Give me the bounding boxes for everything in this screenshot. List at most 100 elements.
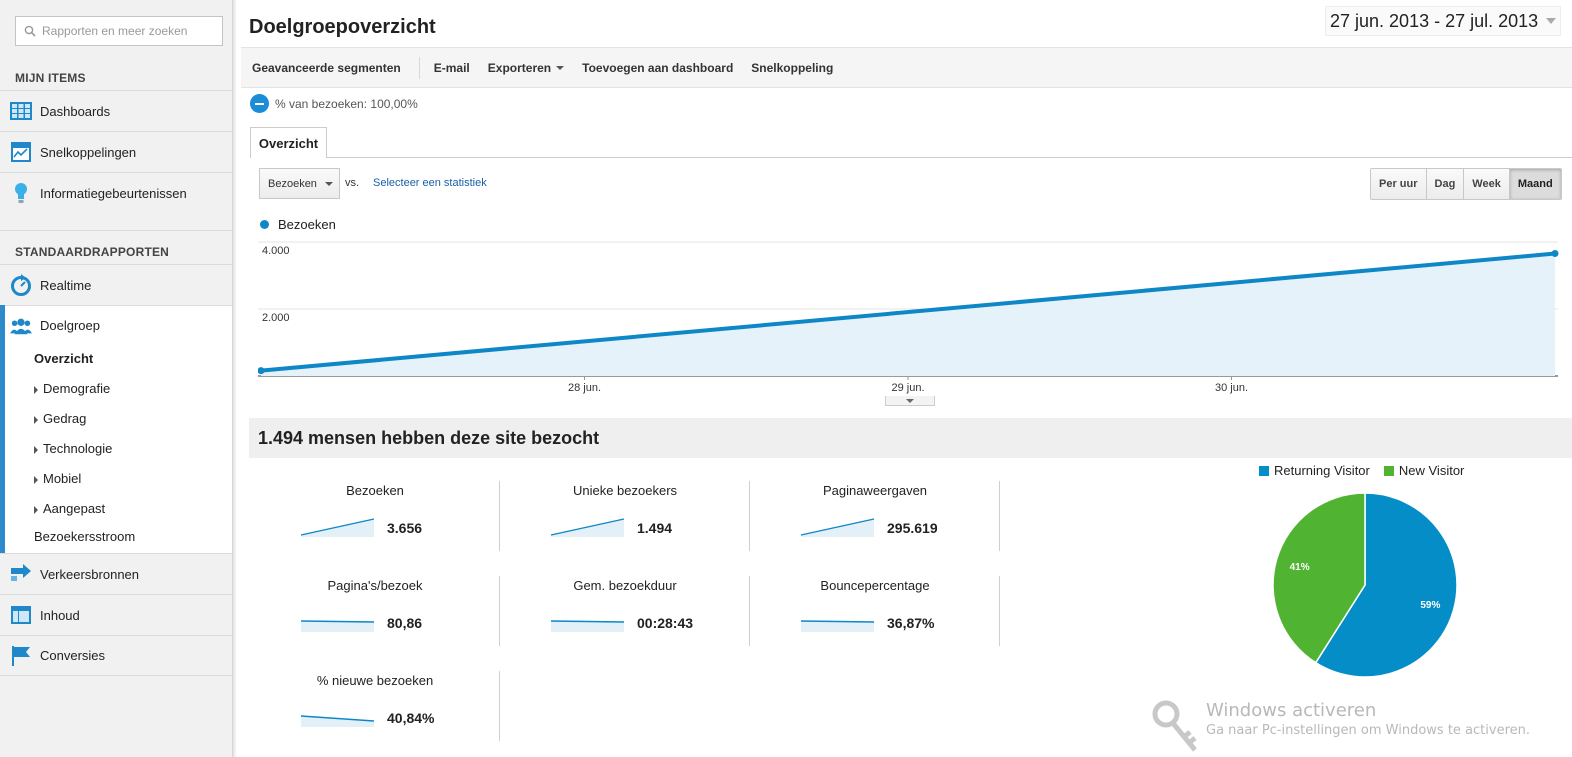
vs-label: vs. xyxy=(345,177,360,189)
sidebar-item-label: Realtime xyxy=(40,277,92,293)
period-toggle-group: Per uur Dag Week Maand xyxy=(1370,168,1562,200)
metric-dropdown[interactable]: Bezoeken xyxy=(259,168,340,199)
metric-card[interactable]: Pagina's/bezoek 80,86 xyxy=(250,578,500,673)
sidebar-item-content[interactable]: Inhoud xyxy=(0,594,232,635)
report-toolbar: Geavanceerde segmenten E-mail Exporteren… xyxy=(241,47,1572,88)
sidebar-sub-label: Mobiel xyxy=(43,471,82,486)
sidebar-shadow xyxy=(233,0,237,757)
sidebar-sub-behavior[interactable]: Gedrag xyxy=(34,411,86,426)
advanced-segments-button[interactable]: Geavanceerde segmenten xyxy=(252,61,401,75)
sidebar-item-label: Snelkoppelingen xyxy=(40,144,137,160)
sidebar-item-traffic[interactable]: Verkeersbronnen xyxy=(0,553,232,594)
date-range-picker[interactable]: 27 jun. 2013 - 27 jul. 2013 xyxy=(1325,6,1562,36)
metric-label: Paginaweergaven xyxy=(822,483,928,498)
metric-label: Bezoeken xyxy=(346,483,404,498)
expand-triangle-icon xyxy=(34,445,38,454)
sidebar-sub-mobile[interactable]: Mobiel xyxy=(34,471,81,486)
sidebar-item-dashboards[interactable]: Dashboards xyxy=(0,90,232,131)
dashboards-icon xyxy=(10,100,32,122)
select-statistic-link[interactable]: Selecteer een statistiek xyxy=(373,177,487,189)
sparkline-line xyxy=(800,620,875,623)
audience-icon xyxy=(10,315,32,337)
expand-triangle-icon xyxy=(34,475,38,484)
search-icon xyxy=(24,25,36,37)
chart-collapse-toggle[interactable] xyxy=(885,396,935,406)
metric-card[interactable]: % nieuwe bezoeken 40,84% xyxy=(250,673,500,757)
x-tick-label: 28 jun. xyxy=(568,382,601,394)
metric-card[interactable]: Gem. bezoekduur 00:28:43 xyxy=(500,578,750,673)
date-range-label: 27 jun. 2013 - 27 jul. 2013 xyxy=(1330,10,1539,31)
metric-card[interactable]: Bouncepercentage 36,87% xyxy=(750,578,1000,673)
sidebar-item-audience[interactable]: Doelgroep xyxy=(0,305,232,346)
line-chart-legend: Bezoeken xyxy=(260,217,336,232)
legend-label: New Visitor xyxy=(1398,463,1465,478)
sidebar-sub-demographics[interactable]: Demografie xyxy=(34,381,110,396)
metric-label: % nieuwe bezoeken xyxy=(316,673,434,688)
period-month-button[interactable]: Maand xyxy=(1509,169,1561,199)
metric-value: 3.656 xyxy=(387,520,423,536)
search-input[interactable] xyxy=(42,24,212,38)
sidebar-item-realtime[interactable]: Realtime xyxy=(0,264,232,305)
data-point[interactable] xyxy=(1551,250,1559,258)
segment-circle-icon[interactable] xyxy=(250,94,269,113)
email-button[interactable]: E-mail xyxy=(434,61,470,75)
windows-activation-watermark: Windows activeren Ga naar Pc-instellinge… xyxy=(1150,700,1530,755)
legend-item-new: New Visitor xyxy=(1383,463,1465,478)
realtime-icon xyxy=(10,274,32,296)
sidebar-sub-technology[interactable]: Technologie xyxy=(34,441,112,456)
expand-triangle-icon xyxy=(34,415,38,424)
sidebar-item-label: Dashboards xyxy=(40,103,111,119)
pie-slice-label: 41% xyxy=(1290,562,1310,573)
export-label: Exporteren xyxy=(487,60,552,75)
add-to-dashboard-button[interactable]: Toevoegen aan dashboard xyxy=(582,61,733,75)
sidebar-sub-overview[interactable]: Overzicht xyxy=(34,351,93,366)
page-title: Doelgroepoverzicht xyxy=(249,16,436,38)
sparkline xyxy=(800,620,875,632)
sidebar-item-conversions[interactable]: Conversies xyxy=(0,635,232,676)
shortcut-button[interactable]: Snelkoppeling xyxy=(751,61,833,75)
legend-label: Returning Visitor xyxy=(1274,463,1370,478)
shortcuts-icon xyxy=(10,141,32,163)
sidebar-item-label: Inhoud xyxy=(40,607,80,623)
metric-divider xyxy=(499,576,500,646)
chevron-down-icon xyxy=(1546,18,1557,24)
sidebar-item-label: Informatiegebeurtenissen xyxy=(40,185,187,201)
summary-heading: 1.494 mensen hebben deze site bezocht xyxy=(249,418,1572,458)
segment-label: % van bezoeken: 100,00% xyxy=(275,96,418,111)
export-button[interactable]: Exporteren xyxy=(487,60,565,75)
sidebar-item-intelligence[interactable]: Informatiegebeurtenissen xyxy=(0,172,232,213)
period-day-button[interactable]: Dag xyxy=(1426,169,1465,199)
sidebar-sub-visitor-flow[interactable]: Bezoekersstroom xyxy=(34,529,135,544)
period-week-button[interactable]: Week xyxy=(1464,169,1510,199)
chevron-down-icon xyxy=(324,181,333,186)
metric-card[interactable]: Unieke bezoekers 1.494 xyxy=(500,483,750,578)
chevron-down-icon xyxy=(556,65,565,70)
sparkline xyxy=(550,620,625,632)
visitor-type-pie-chart: 59% 41% xyxy=(1272,492,1458,678)
metric-value: 1.494 xyxy=(637,520,673,536)
search-box[interactable] xyxy=(15,16,223,46)
metric-card[interactable]: Paginaweergaven 295.619 xyxy=(750,483,1000,578)
metric-card[interactable]: Bezoeken 3.656 xyxy=(250,483,500,578)
sidebar-sub-custom[interactable]: Aangepast xyxy=(34,501,105,516)
sparkline-area xyxy=(301,621,374,632)
metric-divider xyxy=(499,481,500,551)
y-tick-label: 2.000 xyxy=(262,312,290,324)
watermark-title: Windows activeren xyxy=(1206,700,1377,721)
legend-label: Bezoeken xyxy=(278,217,336,232)
tab-overview[interactable]: Overzicht xyxy=(250,127,327,158)
period-hourly-button[interactable]: Per uur xyxy=(1371,169,1427,199)
metric-value: 00:28:43 xyxy=(637,615,694,631)
key-icon xyxy=(1152,700,1197,752)
metric-label: Gem. bezoekduur xyxy=(573,578,677,593)
segment-indicator: % van bezoeken: 100,00% xyxy=(250,94,418,113)
sparkline xyxy=(300,620,375,632)
legend-dot xyxy=(260,220,269,229)
sidebar-item-shortcuts[interactable]: Snelkoppelingen xyxy=(0,131,232,172)
legend-item-returning: Returning Visitor xyxy=(1259,463,1370,478)
legend-swatch xyxy=(1383,465,1394,476)
sparkline-area xyxy=(551,621,624,632)
metric-value: 40,84% xyxy=(387,710,435,726)
traffic-arrows-icon xyxy=(10,563,32,585)
pie-legend: Returning Visitor New Visitor xyxy=(1259,463,1478,478)
